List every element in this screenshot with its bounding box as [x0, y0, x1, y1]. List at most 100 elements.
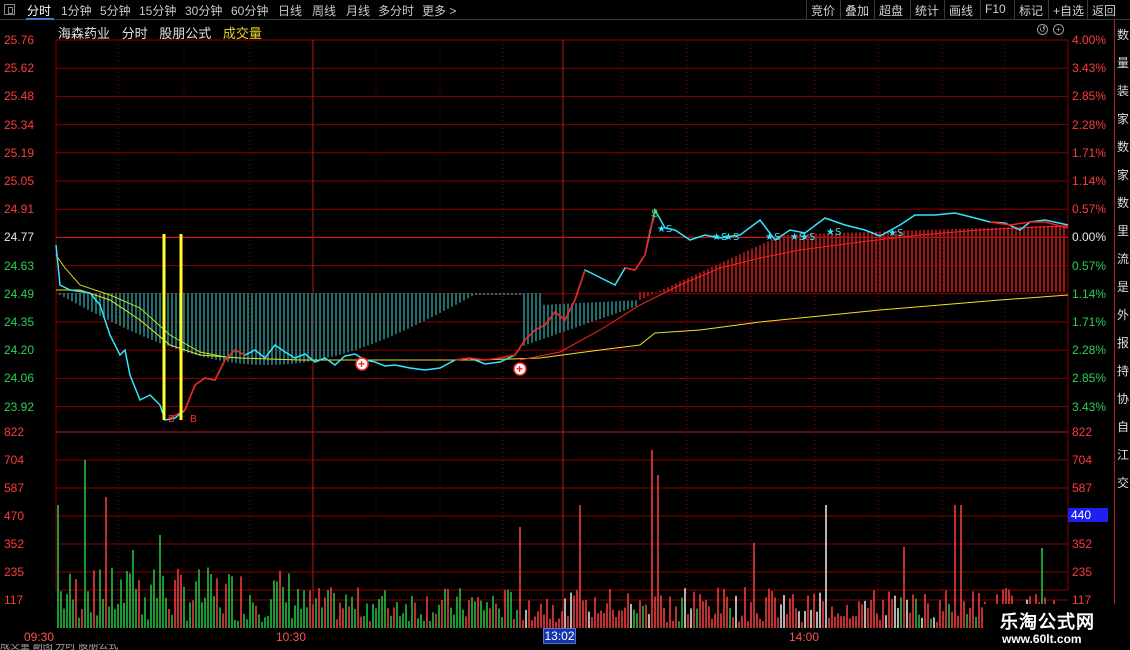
tab-intraday[interactable]: 分时 [27, 2, 51, 19]
volume-tick-label: 587 [4, 481, 25, 495]
price-tick-label: 24.77 [4, 230, 35, 245]
percent-tick-label: 1.14% [1072, 286, 1107, 301]
volume-cursor-value: 440 [1068, 508, 1108, 522]
plus-signal-glyph: + [516, 362, 523, 376]
tab-multi-day[interactable]: 多分时 [378, 2, 414, 19]
price-tick-label: 25.62 [4, 61, 35, 76]
intraday-chart[interactable]: B B+ +★S★S★S ★S ★S★S ★S ★SS [0, 20, 1114, 630]
price-tick-label: 25.76 [4, 33, 35, 47]
f10-button[interactable]: F10 [980, 0, 1010, 20]
mark-button[interactable]: 标记 [1014, 0, 1047, 20]
tab-monthly[interactable]: 月线 [346, 2, 370, 19]
price-tick-label: 24.35 [4, 315, 35, 329]
time-label-1400: 14:00 [789, 630, 820, 644]
price-tick-label: 24.91 [4, 202, 35, 217]
cursor-time-badge: 13:02 [543, 628, 576, 644]
tab-60min[interactable]: 60分钟 [231, 2, 268, 19]
chart-info-bar: 海森药业 分时 股朋公式 成交量 [58, 23, 270, 42]
percent-tick-label: 2.28% [1072, 343, 1107, 358]
sell-marker: ★S [657, 224, 672, 235]
add-round-icon[interactable]: + [1053, 24, 1064, 35]
indicator-label[interactable]: 成交量 [223, 26, 262, 41]
time-label-open: 09:30 [24, 630, 55, 644]
trend-curve [519, 225, 1069, 361]
auction-button[interactable]: 竞价 [806, 0, 839, 20]
price-tick-label: 23.92 [4, 399, 35, 414]
percent-tick-label: 4.00% [1072, 33, 1107, 47]
price-tick-label: 24.20 [4, 343, 35, 358]
percent-tick-label: 0.57% [1072, 258, 1107, 273]
back-button[interactable]: 返回 [1087, 0, 1120, 20]
volume-tick-label: 352 [1072, 537, 1093, 551]
side-panel-strip[interactable]: 数量装家数家数里流是外报持协自江交 [1114, 20, 1130, 630]
formula-name[interactable]: 股朋公式 [159, 26, 211, 41]
tab-5min[interactable]: 5分钟 [100, 2, 131, 19]
tab-daily[interactable]: 日线 [278, 2, 302, 19]
price-tick-label: 25.48 [4, 89, 35, 104]
percent-tick-label: 0.00% [1072, 230, 1107, 245]
volume-tick-label: 352 [4, 537, 25, 551]
tab-30min[interactable]: 30分钟 [185, 2, 222, 19]
volume-tick-label: 704 [1072, 453, 1093, 467]
percent-tick-label: 3.43% [1072, 61, 1107, 76]
percent-tick-label: 0.57% [1072, 202, 1107, 217]
price-highlight-segment [624, 214, 656, 271]
side-panel-char: 家 [1117, 112, 1130, 126]
add-watchlist-button[interactable]: +自选 [1048, 0, 1088, 20]
side-panel-char: 交 [1117, 476, 1130, 490]
sell-marker: ★S [888, 228, 903, 239]
tab-more-label: 更多 [422, 4, 447, 18]
side-panel-char: 家 [1117, 168, 1130, 182]
side-panel-char: 江 [1117, 448, 1130, 462]
sell-marker: ★S [800, 232, 815, 243]
overlay-button[interactable]: 叠加 [840, 0, 873, 20]
percent-tick-label: 2.85% [1072, 89, 1107, 104]
buy-marker: B [190, 414, 197, 425]
volume-tick-label: 822 [4, 425, 25, 439]
menu-icon[interactable] [4, 4, 15, 15]
price-tick-label: 25.05 [4, 174, 35, 188]
price-highlight-segment [514, 269, 586, 356]
side-panel-char: 报 [1117, 336, 1130, 350]
side-panel-char: 自 [1117, 420, 1130, 434]
side-panel-char: 装 [1117, 84, 1130, 98]
volume-tick-label: 704 [4, 453, 25, 467]
side-panel-char: 持 [1117, 364, 1130, 378]
volume-tick-label: 470 [4, 509, 25, 523]
period-toolbar: 分时 1分钟 5分钟 15分钟 30分钟 60分钟 日线 周线 月线 多分时 更… [0, 0, 1130, 20]
status-bar: 成交量 副图 分时 股朋公式 [0, 644, 119, 650]
side-panel-char: 里 [1117, 224, 1130, 238]
tab-more[interactable]: 更多 > [422, 2, 456, 19]
volume-tick-label: 235 [4, 565, 25, 579]
draw-line-button[interactable]: 画线 [944, 0, 977, 20]
side-panel-char: 数 [1117, 196, 1130, 210]
settings-round-icon[interactable]: ↺ [1037, 24, 1048, 35]
tab-1min[interactable]: 1分钟 [61, 2, 92, 19]
percent-tick-label: 1.71% [1072, 145, 1107, 160]
buy-marker: B [168, 414, 175, 425]
stock-name: 海森药业 [58, 26, 111, 41]
price-tick-label: 24.49 [4, 286, 35, 301]
side-panel-char: 数 [1117, 140, 1130, 154]
percent-tick-label: 3.43% [1072, 399, 1107, 414]
volume-tick-label: 822 [1072, 425, 1093, 439]
percent-tick-label: 2.85% [1072, 371, 1107, 386]
volume-tick-label: 235 [1072, 565, 1093, 579]
side-panel-char: 协 [1117, 392, 1130, 406]
plus-signal-glyph: + [358, 357, 365, 371]
side-panel-char: 外 [1117, 308, 1130, 322]
chevron-right-icon: > [446, 4, 457, 18]
super-order-button[interactable]: 超盘 [874, 0, 907, 20]
side-panel-char: 是 [1117, 280, 1130, 294]
volume-tick-label: 117 [4, 593, 24, 607]
side-panel-char: 流 [1117, 252, 1130, 266]
watermark-url: www.60lt.com [1002, 632, 1082, 646]
watermark-title: 乐淘公式网 [1000, 612, 1095, 632]
period-label: 分时 [121, 26, 148, 41]
side-panel-char: 量 [1117, 56, 1130, 70]
statistics-button[interactable]: 统计 [910, 0, 943, 20]
sell-marker: ★S [826, 227, 841, 238]
tab-15min[interactable]: 15分钟 [139, 2, 176, 19]
sell-marker: ★S [724, 232, 739, 243]
tab-weekly[interactable]: 周线 [312, 2, 336, 19]
